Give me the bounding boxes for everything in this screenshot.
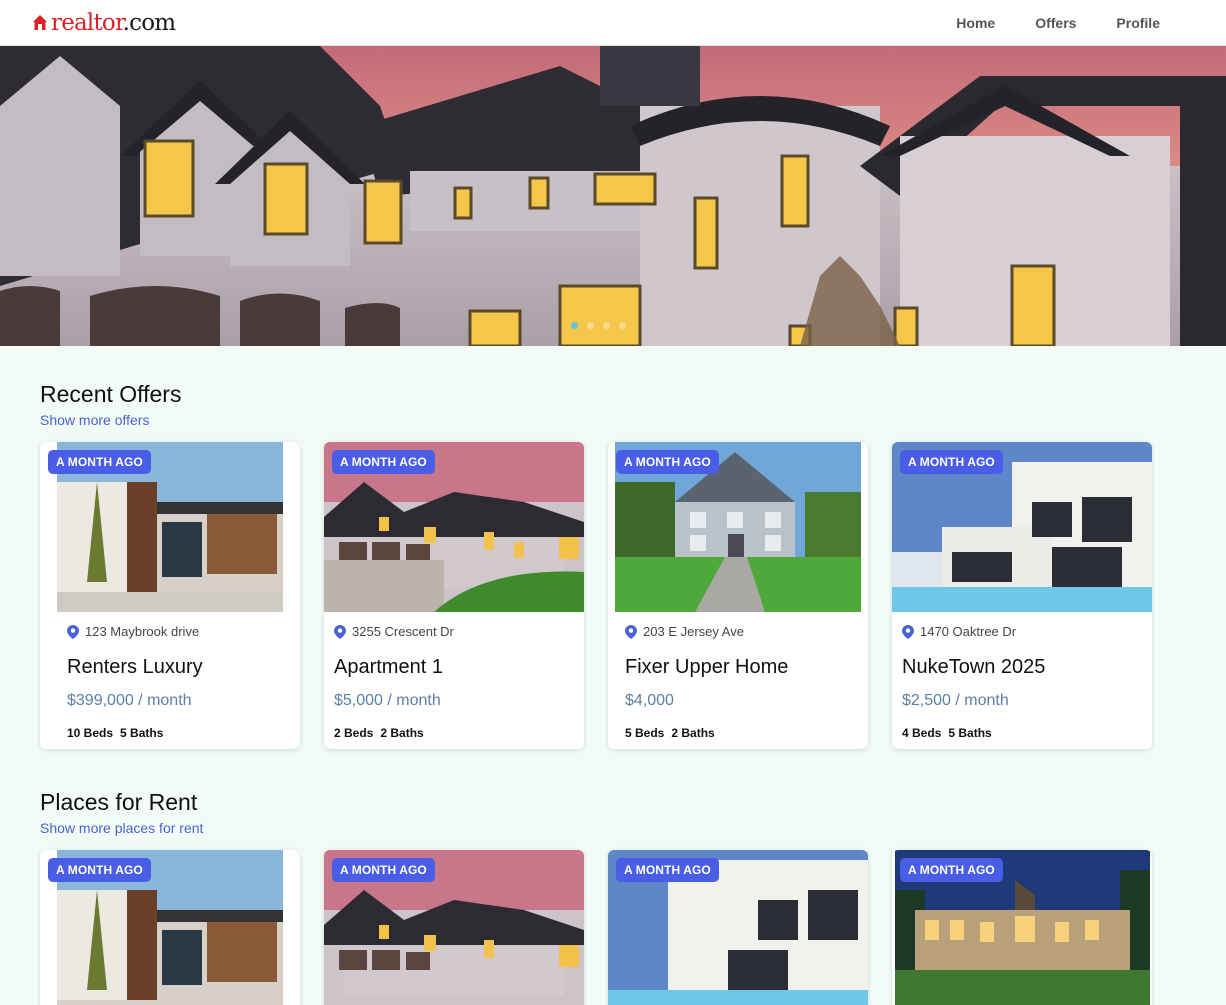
nav-home[interactable]: Home bbox=[956, 15, 995, 31]
hero-house-image bbox=[0, 46, 1226, 346]
show-more-rent-link[interactable]: Show more places for rent bbox=[40, 820, 203, 836]
rent-card[interactable]: A MONTH AGO bbox=[40, 850, 300, 1005]
carousel-dot[interactable] bbox=[571, 322, 578, 329]
address-text: 123 Maybrook drive bbox=[85, 624, 200, 639]
address-text: 203 E Jersey Ave bbox=[643, 624, 744, 639]
nav-profile[interactable]: Profile bbox=[1116, 15, 1160, 31]
baths-count: 5 Baths bbox=[948, 726, 992, 740]
property-specs: 5 Beds 2 Baths bbox=[625, 726, 722, 740]
property-name: Renters Luxury bbox=[67, 656, 203, 678]
section-title-recent: Recent Offers bbox=[40, 381, 182, 407]
beds-count: 10 Beds bbox=[67, 726, 114, 740]
time-badge: A MONTH AGO bbox=[332, 858, 435, 882]
carousel-dot[interactable] bbox=[587, 322, 594, 329]
nav-offers[interactable]: Offers bbox=[1035, 15, 1076, 31]
section-title-rent: Places for Rent bbox=[40, 789, 198, 815]
property-price: $5,000 / month bbox=[334, 692, 441, 709]
rent-card[interactable]: A MONTH AGO bbox=[324, 850, 584, 1005]
rent-card[interactable]: A MONTH AGO bbox=[608, 850, 868, 1005]
rent-card[interactable]: A MONTH AGO bbox=[892, 850, 1152, 1005]
nav-links: Home Offers Profile bbox=[956, 0, 1160, 46]
map-pin-icon bbox=[67, 624, 79, 639]
beds-count: 4 Beds bbox=[902, 726, 942, 740]
time-badge: A MONTH AGO bbox=[900, 450, 1003, 474]
address: 123 Maybrook drive bbox=[67, 624, 199, 639]
address: 203 E Jersey Ave bbox=[625, 624, 744, 639]
hero-carousel[interactable] bbox=[0, 46, 1226, 346]
property-name: Fixer Upper Home bbox=[625, 656, 789, 678]
beds-count: 5 Beds bbox=[625, 726, 665, 740]
top-nav: realtor.com Home Offers Profile bbox=[0, 0, 1226, 46]
brand-logo[interactable]: realtor.com bbox=[32, 9, 176, 37]
offer-card[interactable]: A MONTH AGO 1470 Oaktree Dr NukeTown 202… bbox=[892, 442, 1152, 749]
property-price: $4,000 bbox=[625, 692, 674, 709]
time-badge: A MONTH AGO bbox=[48, 450, 151, 474]
time-badge: A MONTH AGO bbox=[616, 858, 719, 882]
offer-card[interactable]: A MONTH AGO 123 Maybrook drive Renters L… bbox=[40, 442, 300, 749]
time-badge: A MONTH AGO bbox=[900, 858, 1003, 882]
logo-text: realtor.com bbox=[51, 10, 176, 36]
property-price: $399,000 / month bbox=[67, 692, 192, 709]
beds-count: 2 Beds bbox=[334, 726, 374, 740]
time-badge: A MONTH AGO bbox=[616, 450, 719, 474]
time-badge: A MONTH AGO bbox=[48, 858, 151, 882]
property-name: Apartment 1 bbox=[334, 656, 443, 678]
property-specs: 4 Beds 5 Baths bbox=[902, 726, 999, 740]
property-specs: 2 Beds 2 Baths bbox=[334, 726, 431, 740]
baths-count: 5 Baths bbox=[120, 726, 164, 740]
address: 3255 Crescent Dr bbox=[334, 624, 454, 639]
map-pin-icon bbox=[625, 624, 637, 639]
carousel-dot[interactable] bbox=[619, 322, 626, 329]
property-specs: 10 Beds 5 Baths bbox=[67, 726, 170, 740]
offer-card[interactable]: A MONTH AGO 203 E Jersey Ave Fixer Upper… bbox=[608, 442, 868, 749]
baths-count: 2 Baths bbox=[380, 726, 424, 740]
carousel-dots bbox=[571, 322, 626, 329]
address: 1470 Oaktree Dr bbox=[902, 624, 1016, 639]
map-pin-icon bbox=[902, 624, 914, 639]
time-badge: A MONTH AGO bbox=[332, 450, 435, 474]
baths-count: 2 Baths bbox=[671, 726, 715, 740]
property-price: $2,500 / month bbox=[902, 692, 1009, 709]
address-text: 1470 Oaktree Dr bbox=[920, 624, 1017, 639]
show-more-offers-link[interactable]: Show more offers bbox=[40, 412, 149, 428]
carousel-dot[interactable] bbox=[603, 322, 610, 329]
map-pin-icon bbox=[334, 624, 346, 639]
house-icon bbox=[33, 15, 47, 30]
property-name: NukeTown 2025 bbox=[902, 656, 1046, 678]
offer-card[interactable]: A MONTH AGO 3255 Crescent Dr Apartment 1… bbox=[324, 442, 584, 749]
address-text: 3255 Crescent Dr bbox=[352, 624, 454, 639]
